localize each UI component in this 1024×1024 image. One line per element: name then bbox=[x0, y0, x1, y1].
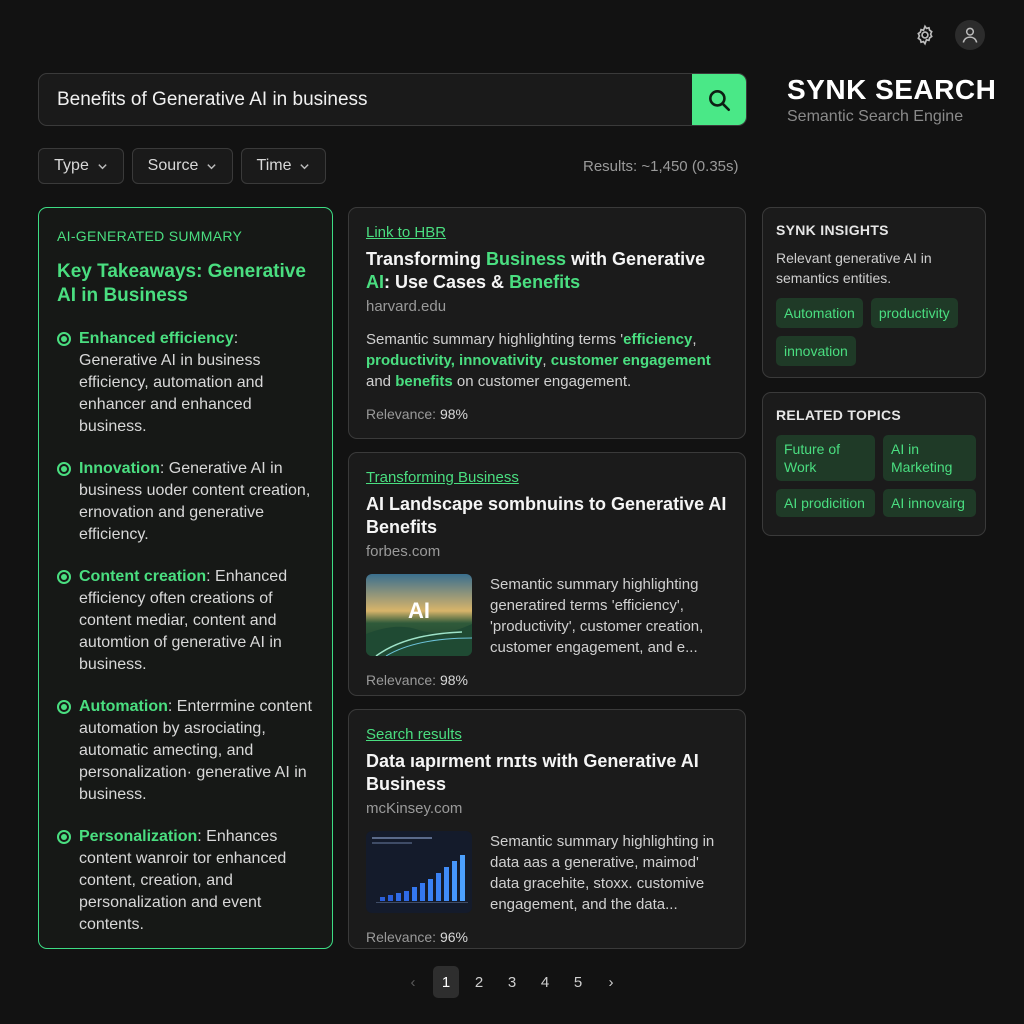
gear-icon bbox=[917, 24, 933, 46]
summary-point: Content creation: Enhanced efficiency of… bbox=[57, 566, 314, 676]
result-relevance: Relevance: 98% bbox=[366, 672, 468, 688]
result-thumbnail[interactable] bbox=[366, 831, 472, 913]
prev-page-button[interactable]: ‹ bbox=[400, 966, 426, 998]
result-domain: mcKinsey.com bbox=[366, 800, 463, 817]
result-title[interactable]: AI Landscape sombnuins to Generative AI … bbox=[366, 493, 728, 539]
summary-point: Personalization: Enhances content wanroi… bbox=[57, 826, 314, 936]
insights-panel: SYNK INSIGHTS Relevant generative AI in … bbox=[762, 207, 986, 378]
summary-point: Innovation: Generative AI in business uo… bbox=[57, 458, 314, 546]
bullet-icon bbox=[57, 462, 71, 476]
user-icon bbox=[962, 27, 978, 43]
summary-label: AI-GENERATED SUMMARY bbox=[57, 228, 243, 244]
related-topic-chip[interactable]: AI in Marketing bbox=[883, 435, 976, 481]
result-thumbnail[interactable]: AI bbox=[366, 574, 472, 656]
summary-point: Enhanced efficiency: Generative AI in bu… bbox=[57, 328, 314, 438]
search-bar bbox=[38, 73, 747, 126]
result-domain: harvard.edu bbox=[366, 298, 447, 315]
pagination: ‹ 1 2 3 4 5 › bbox=[400, 966, 631, 998]
page-5-button[interactable]: 5 bbox=[565, 966, 591, 998]
filter-source-dropdown[interactable]: Source bbox=[132, 148, 233, 184]
result-link[interactable]: Search results bbox=[366, 726, 728, 743]
result-snippet: Semantic summary highlighting in data aa… bbox=[490, 833, 715, 913]
result-relevance: Relevance: 98% bbox=[366, 406, 468, 422]
point-sep: : bbox=[233, 330, 239, 347]
point-head: Personalization bbox=[79, 828, 198, 845]
insight-chip[interactable]: innovation bbox=[776, 336, 856, 366]
page-3-button[interactable]: 3 bbox=[499, 966, 525, 998]
search-input[interactable] bbox=[39, 74, 692, 125]
avatar[interactable] bbox=[955, 20, 985, 50]
brand-tagline: Semantic Search Engine bbox=[787, 108, 964, 125]
result-card: Link to HBR Transforming Business with G… bbox=[348, 207, 746, 439]
insight-chip[interactable]: productivity bbox=[870, 298, 958, 328]
brand: SYNK SEARCH Semantic Search Engine bbox=[787, 74, 996, 126]
brand-name: SYNK SEARCH bbox=[787, 74, 997, 105]
filter-label: Source bbox=[147, 157, 199, 174]
page-2-button[interactable]: 2 bbox=[466, 966, 492, 998]
result-title[interactable]: Transforming Business with Generative AI… bbox=[366, 248, 728, 294]
point-head: Enhanced efficiency bbox=[79, 330, 234, 347]
bullet-icon bbox=[57, 830, 71, 844]
search-icon bbox=[709, 89, 731, 111]
related-topics-panel: RELATED TOPICS Future of Work AI in Mark… bbox=[762, 392, 986, 536]
result-snippet: Semantic summary highlighting generatire… bbox=[490, 576, 704, 656]
bullet-icon bbox=[57, 700, 71, 714]
result-card: Transforming Business AI Landscape sombn… bbox=[348, 452, 746, 696]
results-count: Results: ~1,450 (0.35s) bbox=[583, 158, 739, 175]
bullet-icon bbox=[57, 332, 71, 346]
filter-time-dropdown[interactable]: Time bbox=[241, 148, 326, 184]
filter-type-dropdown[interactable]: Type bbox=[38, 148, 124, 184]
related-title: RELATED TOPICS bbox=[776, 407, 902, 423]
chevron-down-icon bbox=[300, 163, 310, 169]
result-title[interactable]: Data ıapırment rnɪts with Generative AI … bbox=[366, 750, 728, 796]
bullet-icon bbox=[57, 570, 71, 584]
insights-title: SYNK INSIGHTS bbox=[776, 222, 889, 238]
filter-label: Type bbox=[54, 157, 89, 174]
result-card: Search results Data ıapırment rnɪts with… bbox=[348, 709, 746, 949]
search-button[interactable] bbox=[692, 74, 746, 125]
summary-title: Key Takeaways: Generative AI in Business bbox=[57, 261, 306, 306]
summary-point: Automation: Enterrmine content automatio… bbox=[57, 696, 314, 806]
filter-label: Time bbox=[256, 157, 292, 174]
result-snippet: Semantic summary highlighting terms 'eff… bbox=[366, 331, 711, 390]
insights-text: Relevant generative AI in semantics enti… bbox=[776, 250, 932, 286]
result-link[interactable]: Transforming Business bbox=[366, 469, 728, 486]
point-head: Innovation bbox=[79, 460, 160, 477]
result-link[interactable]: Link to HBR bbox=[366, 224, 728, 241]
related-topic-chip[interactable]: Future of Work bbox=[776, 435, 875, 481]
chevron-down-icon bbox=[207, 163, 217, 169]
result-relevance: Relevance: 96% bbox=[366, 929, 468, 945]
related-topic-chip[interactable]: AI innovairg bbox=[883, 489, 976, 517]
point-body: Generative AI in business efficiency, au… bbox=[79, 352, 264, 435]
page-1-button[interactable]: 1 bbox=[433, 966, 459, 998]
insight-chip[interactable]: Automation bbox=[776, 298, 863, 328]
settings-button[interactable] bbox=[910, 20, 940, 50]
related-topic-chip[interactable]: AI prodicition bbox=[776, 489, 875, 517]
ai-summary-panel: AI-GENERATED SUMMARY Key Takeaways: Gene… bbox=[38, 207, 333, 949]
next-page-button[interactable]: › bbox=[598, 966, 624, 998]
point-head: Content creation bbox=[79, 568, 207, 585]
point-head: Automation bbox=[79, 698, 168, 715]
svg-text:AI: AI bbox=[408, 598, 430, 623]
chevron-down-icon bbox=[98, 163, 107, 169]
result-domain: forbes.com bbox=[366, 543, 441, 560]
page-4-button[interactable]: 4 bbox=[532, 966, 558, 998]
